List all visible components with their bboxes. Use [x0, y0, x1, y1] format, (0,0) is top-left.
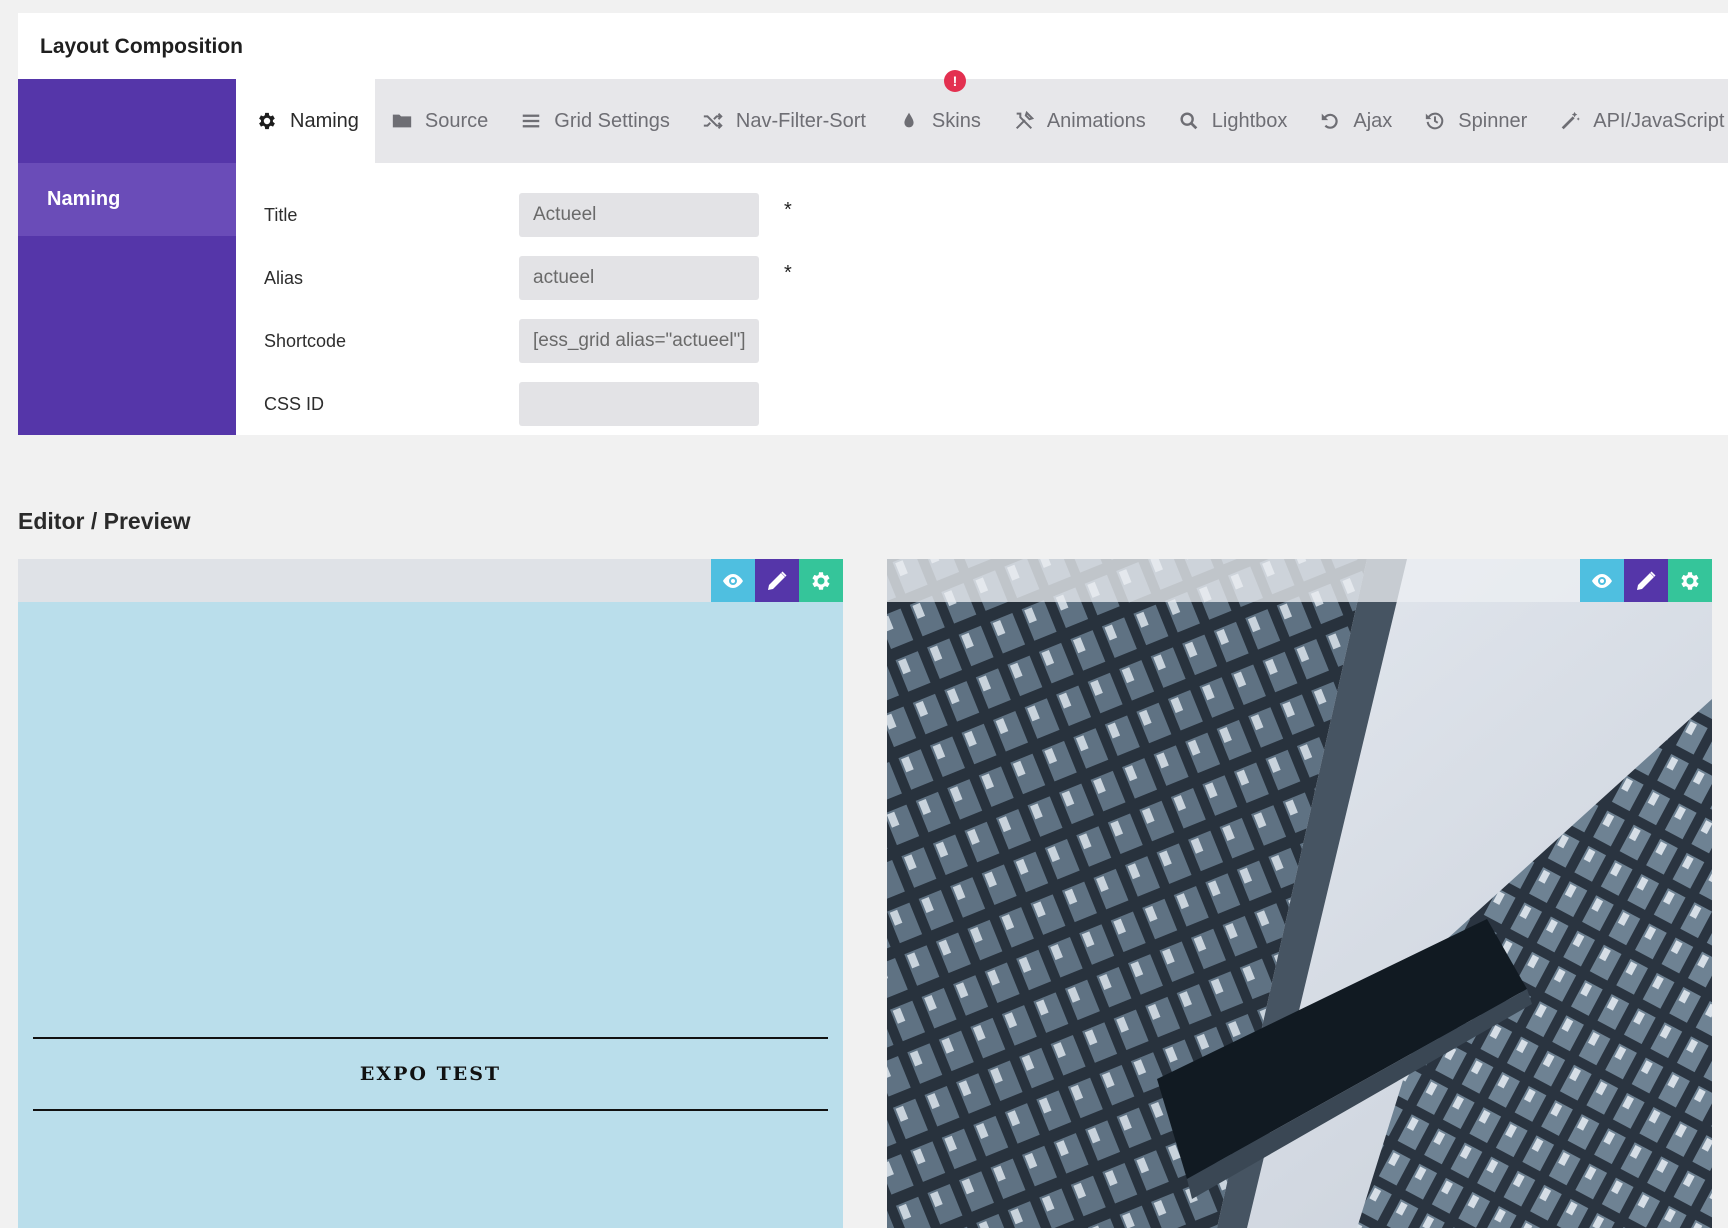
preview-button[interactable] — [711, 559, 755, 602]
tools-icon — [1013, 110, 1035, 132]
eye-icon — [1592, 573, 1612, 588]
tab-label: Ajax — [1353, 109, 1393, 132]
shortcode-label: Shortcode — [264, 330, 347, 351]
panel-title: Layout Composition — [40, 35, 243, 58]
edit-button[interactable] — [1624, 559, 1668, 602]
tab-nav-filter-sort[interactable]: Nav-Filter-Sort — [686, 79, 882, 163]
magic-wand-icon — [1559, 110, 1581, 132]
tab-label: Naming — [290, 109, 359, 132]
tab-skins[interactable]: ! Skins — [882, 70, 997, 163]
form-row-alias: Alias actueel * — [236, 256, 1728, 300]
form-row-css-id: CSS ID — [236, 382, 1728, 426]
side-nav-item-naming[interactable]: Naming — [18, 163, 236, 236]
layout-composition-panel: Layout Composition Naming Naming Source … — [18, 13, 1728, 435]
undo-icon — [1319, 110, 1341, 132]
tab-label: Nav-Filter-Sort — [735, 109, 866, 132]
editor-preview-title: Editor / Preview — [18, 508, 191, 534]
pencil-icon — [768, 571, 787, 590]
css-id-label: CSS ID — [264, 393, 325, 414]
settings-button[interactable] — [799, 559, 843, 602]
grid-item-card: EXPO TEST — [18, 559, 843, 1228]
side-nav: Naming — [18, 79, 236, 435]
card-toolbar — [887, 559, 1712, 602]
shuffle-icon — [702, 110, 724, 132]
card-caption-box: EXPO TEST — [33, 1037, 828, 1111]
card-actions — [711, 559, 843, 602]
eye-icon — [723, 573, 743, 588]
tab-label: Source — [424, 109, 489, 132]
edit-button[interactable] — [755, 559, 799, 602]
tab-label: API/JavaScript — [1593, 109, 1725, 132]
tab-animations[interactable]: Animations — [997, 79, 1162, 163]
tab-naming[interactable]: Naming — [236, 79, 375, 163]
settings-button[interactable] — [1668, 559, 1712, 602]
tab-spinner[interactable]: Spinner — [1408, 79, 1543, 163]
card-toolbar — [18, 559, 843, 602]
tab-api-javascript[interactable]: API/JavaScript — [1543, 79, 1728, 163]
title-label: Title — [264, 204, 298, 225]
tab-ajax[interactable]: Ajax — [1303, 79, 1408, 163]
settings-tabbar: Naming Source Grid Settings Nav-Filter-S… — [236, 70, 1728, 163]
tab-lightbox[interactable]: Lightbox — [1162, 79, 1304, 163]
alias-input[interactable]: actueel — [519, 256, 759, 300]
card-caption: EXPO TEST — [359, 1063, 502, 1085]
building-photo — [887, 559, 1712, 1228]
gear-icon — [1681, 571, 1699, 590]
form-row-title: Title Actueel * — [236, 193, 1728, 237]
tab-label: Animations — [1046, 109, 1146, 132]
required-asterisk: * — [784, 262, 792, 284]
tab-grid-settings[interactable]: Grid Settings — [504, 79, 686, 163]
tab-label: Spinner — [1458, 109, 1528, 132]
tab-label: Skins — [931, 109, 981, 132]
alert-badge: ! — [943, 70, 966, 92]
history-icon — [1424, 110, 1446, 132]
css-id-input[interactable] — [519, 382, 759, 426]
gear-icon — [256, 110, 278, 132]
droplet-icon — [898, 110, 920, 132]
tab-source[interactable]: Source — [375, 79, 504, 163]
title-input[interactable]: Actueel — [519, 193, 759, 237]
tab-label: Grid Settings — [554, 109, 670, 132]
menu-lines-icon — [520, 110, 542, 132]
tab-label: Lightbox — [1211, 109, 1288, 132]
gear-icon — [812, 571, 830, 590]
search-icon — [1178, 110, 1200, 132]
required-asterisk: * — [784, 199, 792, 221]
alias-label: Alias — [264, 267, 304, 288]
folder-icon — [391, 110, 413, 132]
pencil-icon — [1637, 571, 1656, 590]
preview-button[interactable] — [1580, 559, 1624, 602]
card-actions — [1580, 559, 1712, 602]
form-row-shortcode: Shortcode [ess_grid alias="actueel"] — [236, 319, 1728, 363]
grid-item-card-image — [887, 559, 1712, 1228]
shortcode-input[interactable]: [ess_grid alias="actueel"] — [519, 319, 759, 363]
naming-form: Title Actueel * Alias actueel * Shortcod… — [236, 163, 1728, 435]
